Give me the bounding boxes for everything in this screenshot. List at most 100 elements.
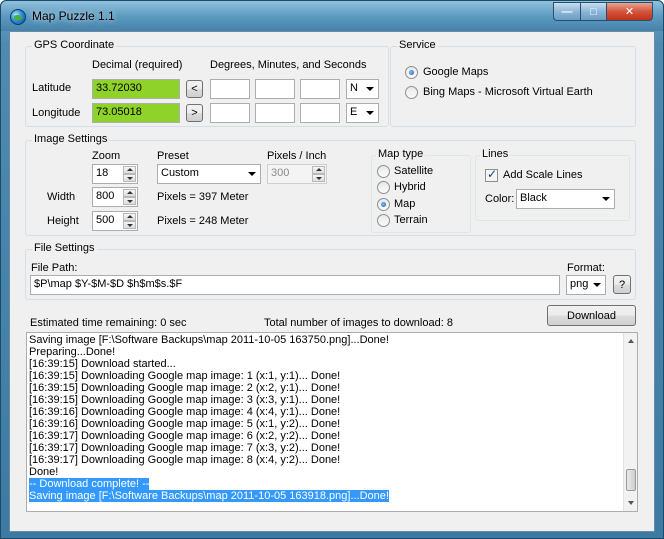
longitude-direction-select[interactable]: E	[346, 103, 379, 123]
log-scrollbar[interactable]	[623, 333, 637, 511]
color-label: Color:	[485, 193, 515, 205]
log-line: [16:39:16] Downloading Google map image:…	[29, 418, 341, 430]
file-path-input[interactable]: $P\map $Y-$M-$D $h$m$s.$F	[30, 275, 560, 295]
hybrid-label[interactable]: Hybrid	[394, 181, 426, 193]
log-output[interactable]: Saving image [F:\Software Backups\map 20…	[26, 332, 638, 512]
width-spin-buttons[interactable]	[123, 189, 136, 205]
preset-value: Custom	[161, 167, 199, 179]
latitude-convert-button[interactable]: <	[186, 80, 203, 98]
terrain-radio[interactable]	[377, 214, 390, 227]
bing-maps-radio[interactable]	[405, 86, 418, 99]
spin-up-icon[interactable]	[123, 166, 136, 174]
satellite-label[interactable]: Satellite	[394, 165, 433, 177]
globe-icon	[10, 9, 26, 25]
longitude-convert-button[interactable]: >	[186, 104, 203, 122]
log-line-selected: -- Download complete! --	[29, 478, 150, 490]
lines-label: Lines	[480, 148, 511, 160]
width-value: 800	[96, 190, 115, 202]
ppi-label: Pixels / Inch	[267, 150, 327, 162]
longitude-minutes-input[interactable]	[255, 103, 295, 123]
scroll-thumb[interactable]	[626, 469, 636, 491]
zoom-spin-buttons[interactable]	[123, 166, 136, 182]
height-spin-buttons[interactable]	[123, 213, 136, 229]
latitude-degrees-input[interactable]	[210, 79, 250, 99]
maximize-button[interactable]: □	[580, 2, 607, 21]
zoom-spinner[interactable]: 18	[92, 164, 138, 184]
close-button[interactable]: ✕	[606, 2, 653, 21]
total-images-text: Total number of images to download: 8	[264, 317, 453, 329]
lines-group: Lines Add Scale Lines Color: Black	[475, 148, 630, 221]
latitude-minutes-input[interactable]	[255, 79, 295, 99]
minimize-button[interactable]: —	[553, 2, 581, 21]
add-scale-lines-checkbox[interactable]	[485, 167, 498, 182]
close-icon: ✕	[624, 6, 635, 18]
terrain-label[interactable]: Terrain	[394, 214, 428, 226]
spin-down-icon	[312, 174, 325, 182]
height-spinner[interactable]: 500	[92, 211, 138, 231]
preset-label: Preset	[157, 150, 189, 162]
maximize-icon: □	[590, 5, 597, 18]
log-line: [16:39:15] Downloading Google map image:…	[29, 370, 341, 382]
height-info: Pixels = 248 Meter	[157, 215, 249, 227]
ppi-spin-buttons	[312, 166, 325, 182]
bing-maps-label[interactable]: Bing Maps - Microsoft Virtual Earth	[423, 86, 593, 98]
spin-down-icon[interactable]	[123, 221, 136, 229]
decimal-header: Decimal (required)	[92, 59, 183, 71]
chevron-down-icon	[602, 197, 610, 201]
map-radio[interactable]	[377, 198, 390, 211]
log-line: [16:39:15] Download started...	[29, 358, 176, 370]
satellite-radio[interactable]	[377, 165, 390, 178]
spin-up-icon[interactable]	[123, 213, 136, 221]
line-color-value: Black	[520, 192, 547, 204]
ppi-spinner: 300	[267, 164, 327, 184]
longitude-degrees-input[interactable]	[210, 103, 250, 123]
chevron-down-icon	[248, 172, 256, 176]
longitude-seconds-input[interactable]	[300, 103, 340, 123]
log-line: Preparing...Done!	[29, 346, 116, 358]
latitude-seconds-input[interactable]	[300, 79, 340, 99]
scroll-up-icon[interactable]	[624, 335, 637, 347]
zoom-value: 18	[96, 167, 109, 179]
log-lines: Saving image [F:\Software Backups\map 20…	[29, 334, 637, 502]
gps-group-label: GPS Coordinate	[32, 39, 117, 51]
service-group-label: Service	[397, 39, 438, 51]
map-label[interactable]: Map	[394, 198, 415, 210]
longitude-direction-value: E	[350, 106, 358, 118]
file-settings-label: File Settings	[32, 242, 97, 254]
latitude-decimal-input[interactable]: 33.72030	[92, 79, 180, 99]
spin-down-icon[interactable]	[123, 174, 136, 182]
latitude-direction-select[interactable]: N	[346, 79, 379, 99]
scroll-down-icon[interactable]	[624, 497, 637, 509]
google-maps-radio[interactable]	[405, 66, 418, 79]
ppi-value: 300	[271, 167, 290, 179]
latitude-direction-value: N	[350, 82, 358, 94]
spin-up-icon[interactable]	[123, 189, 136, 197]
line-color-select[interactable]: Black	[516, 189, 615, 209]
chevron-down-icon	[593, 283, 601, 287]
google-maps-label[interactable]: Google Maps	[423, 66, 488, 78]
add-scale-lines-label[interactable]: Add Scale Lines	[503, 169, 583, 181]
download-button[interactable]: Download	[547, 305, 636, 326]
log-line: Saving image [F:\Software Backups\map 20…	[29, 334, 389, 346]
log-line: [16:39:15] Downloading Google map image:…	[29, 382, 341, 394]
help-button[interactable]: ?	[613, 275, 631, 294]
window-title: Map Puzzle 1.1	[32, 9, 115, 23]
hybrid-radio[interactable]	[377, 181, 390, 194]
format-select[interactable]: png	[566, 275, 606, 295]
log-line: [16:39:17] Downloading Google map image:…	[29, 430, 341, 442]
title-bar[interactable]: Map Puzzle 1.1 — □ ✕	[1, 1, 663, 31]
preset-select[interactable]: Custom	[157, 164, 261, 184]
width-label: Width	[47, 191, 76, 203]
latitude-label: Latitude	[32, 82, 72, 94]
client-area: GPS Coordinate Decimal (required) Degree…	[9, 31, 655, 532]
height-label: Height	[47, 215, 79, 227]
height-value: 500	[96, 214, 115, 226]
chevron-down-icon	[366, 111, 374, 115]
spin-down-icon[interactable]	[123, 197, 136, 205]
log-line: [16:39:17] Downloading Google map image:…	[29, 454, 341, 466]
log-line-selected: Saving image [F:\Software Backups\map 20…	[29, 490, 389, 502]
width-spinner[interactable]: 800	[92, 187, 138, 207]
width-info: Pixels = 397 Meter	[157, 191, 249, 203]
log-line: Done!	[29, 466, 59, 478]
longitude-decimal-input[interactable]: 73.05018	[92, 103, 180, 123]
